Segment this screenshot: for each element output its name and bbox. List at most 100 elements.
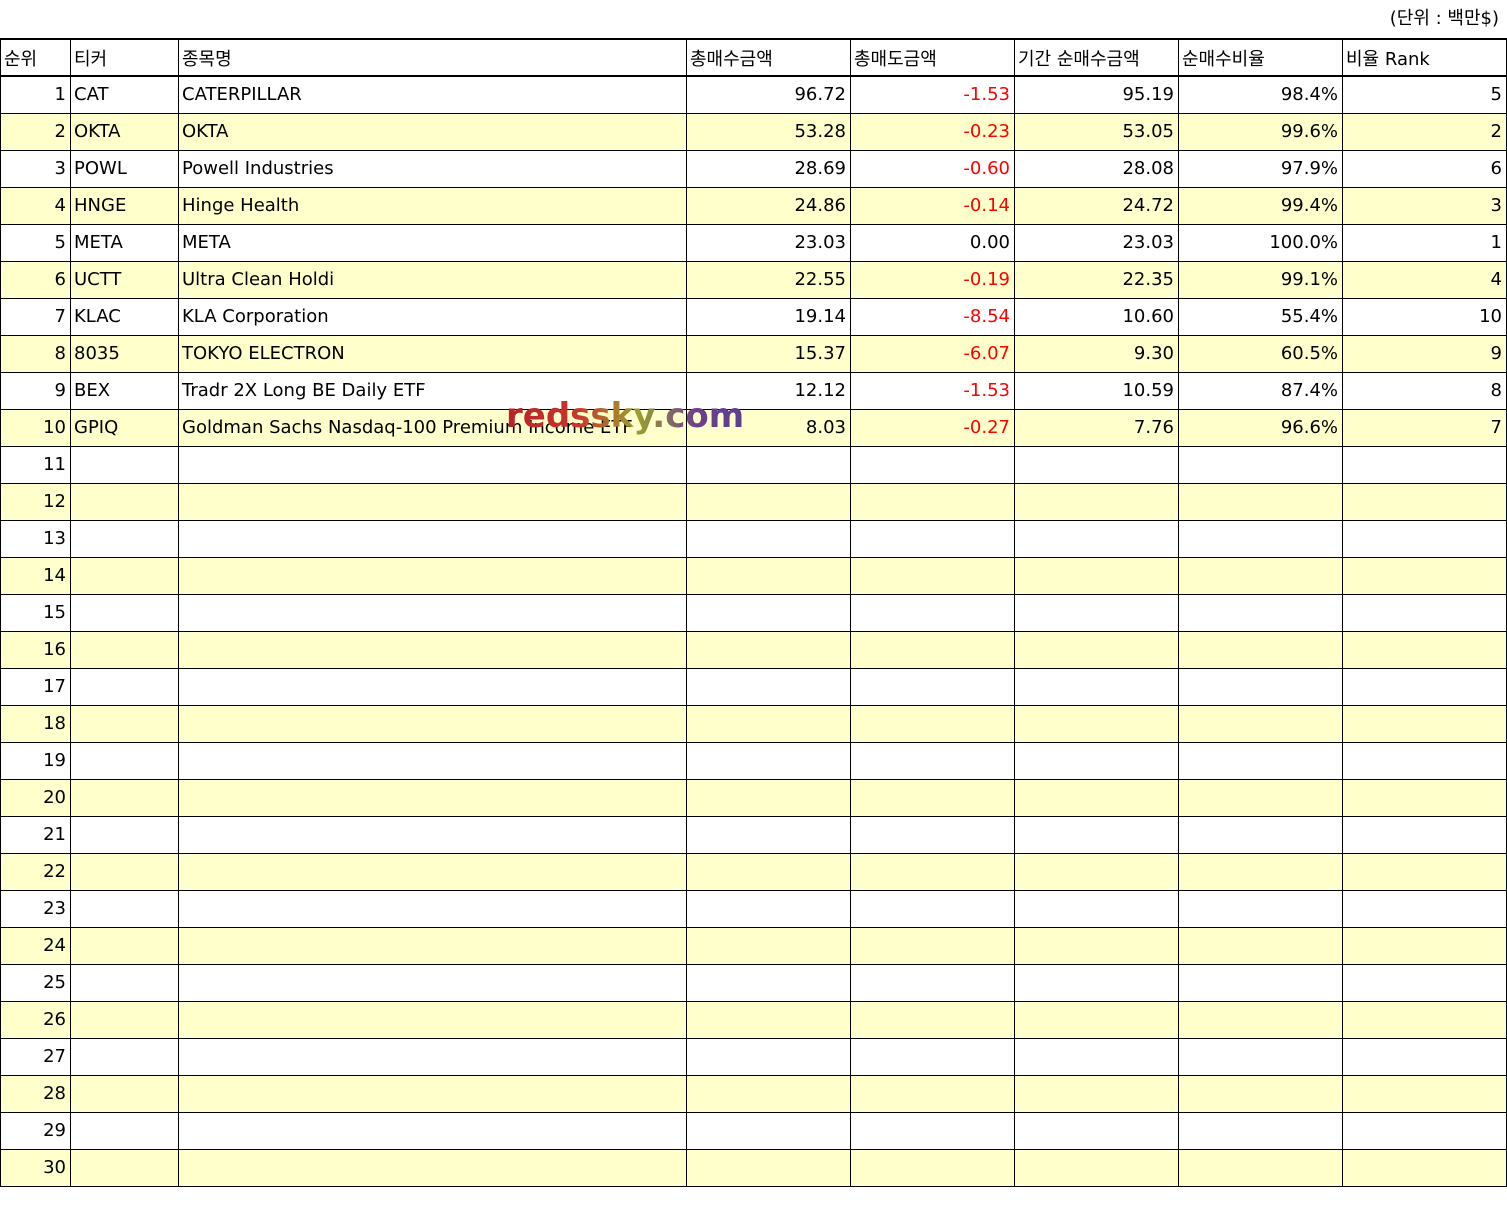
cell-total-buy [686, 593, 851, 632]
cell-ratio-rank [1342, 1111, 1507, 1150]
table-row: 7 KLAC KLA Corporation 19.14 -8.54 10.60 55.4%… [0, 297, 1507, 336]
cell-name [178, 556, 687, 595]
cell-total-sell [850, 852, 1015, 891]
table-row: 6 UCTT Ultra Clean Holdi 22.55 -0.19 22.35 99.… [0, 260, 1507, 299]
cell-net-buy [1014, 1074, 1179, 1113]
cell-ticker [70, 1074, 179, 1113]
cell-ticker [70, 556, 179, 595]
cell-total-buy [686, 963, 851, 1002]
cell-total-sell [850, 1148, 1015, 1187]
cell-total-buy [686, 741, 851, 780]
cell-net-buy: 10.60 [1014, 297, 1179, 336]
cell-net-buy [1014, 852, 1179, 891]
cell-net-buy [1014, 482, 1179, 521]
table-row: 30 [0, 1148, 1507, 1187]
cell-total-buy: 24.86 [686, 186, 851, 225]
cell-total-buy: 23.03 [686, 223, 851, 262]
cell-net-buy [1014, 1037, 1179, 1076]
table-row: 29 [0, 1111, 1507, 1150]
cell-net-buy: 23.03 [1014, 223, 1179, 262]
cell-total-sell: -0.19 [850, 260, 1015, 299]
table-row: 8 8035 TOKYO ELECTRON 15.37 -6.07 9.30 60.5% 9 [0, 334, 1507, 373]
cell-rank: 15 [0, 593, 71, 632]
cell-net-buy [1014, 630, 1179, 669]
table-row: 16 [0, 630, 1507, 669]
cell-ratio-rank [1342, 778, 1507, 817]
cell-total-sell: -1.53 [850, 371, 1015, 410]
header-ticker: 티커 [70, 38, 179, 77]
cell-rank: 3 [0, 149, 71, 188]
cell-net-buy [1014, 741, 1179, 780]
cell-rank: 19 [0, 741, 71, 780]
cell-net-ratio: 100.0% [1178, 223, 1343, 262]
cell-net-ratio [1178, 482, 1343, 521]
cell-ratio-rank [1342, 704, 1507, 743]
cell-total-buy [686, 667, 851, 706]
cell-total-buy: 12.12 [686, 371, 851, 410]
cell-net-ratio [1178, 556, 1343, 595]
cell-name [178, 445, 687, 484]
cell-ticker: OKTA [70, 112, 179, 151]
cell-ratio-rank [1342, 593, 1507, 632]
cell-total-buy: 28.69 [686, 149, 851, 188]
cell-total-buy: 22.55 [686, 260, 851, 299]
cell-ticker [70, 1000, 179, 1039]
cell-ticker: META [70, 223, 179, 262]
cell-ratio-rank: 5 [1342, 75, 1507, 114]
cell-net-ratio [1178, 963, 1343, 1002]
cell-rank: 18 [0, 704, 71, 743]
cell-ratio-rank [1342, 667, 1507, 706]
cell-rank: 10 [0, 408, 71, 447]
cell-rank: 16 [0, 630, 71, 669]
cell-net-buy: 95.19 [1014, 75, 1179, 114]
cell-total-buy [686, 630, 851, 669]
cell-name [178, 963, 687, 1002]
cell-total-sell: -6.07 [850, 334, 1015, 373]
cell-name [178, 1000, 687, 1039]
cell-ticker: CAT [70, 75, 179, 114]
cell-net-buy [1014, 926, 1179, 965]
cell-total-sell [850, 778, 1015, 817]
cell-total-sell [850, 1074, 1015, 1113]
table-row: 15 [0, 593, 1507, 632]
cell-net-buy [1014, 445, 1179, 484]
cell-net-ratio [1178, 445, 1343, 484]
cell-ratio-rank: 6 [1342, 149, 1507, 188]
table-row: 23 [0, 889, 1507, 928]
cell-total-sell [850, 1037, 1015, 1076]
table-row: 11 [0, 445, 1507, 484]
cell-total-sell [850, 556, 1015, 595]
cell-total-sell: -1.53 [850, 75, 1015, 114]
cell-net-buy [1014, 815, 1179, 854]
cell-net-buy [1014, 556, 1179, 595]
cell-name [178, 1074, 687, 1113]
cell-ticker: BEX [70, 371, 179, 410]
cell-ratio-rank [1342, 815, 1507, 854]
cell-ticker [70, 667, 179, 706]
cell-rank: 23 [0, 889, 71, 928]
cell-total-buy [686, 1074, 851, 1113]
header-row: 순위 티커 종목명 총매수금액 총매도금액 기간 순매수금액 순매수비율 비율 … [0, 38, 1507, 77]
cell-rank: 8 [0, 334, 71, 373]
cell-total-buy: 15.37 [686, 334, 851, 373]
cell-net-ratio [1178, 704, 1343, 743]
cell-net-ratio [1178, 1037, 1343, 1076]
cell-ticker [70, 704, 179, 743]
cell-rank: 5 [0, 223, 71, 262]
cell-ratio-rank [1342, 852, 1507, 891]
cell-net-ratio [1178, 667, 1343, 706]
cell-total-sell: -8.54 [850, 297, 1015, 336]
cell-net-buy: 53.05 [1014, 112, 1179, 151]
cell-total-buy [686, 815, 851, 854]
cell-ticker [70, 445, 179, 484]
cell-total-buy [686, 704, 851, 743]
cell-ticker: KLAC [70, 297, 179, 336]
cell-ticker: GPIQ [70, 408, 179, 447]
cell-name [178, 482, 687, 521]
cell-name [178, 926, 687, 965]
cell-rank: 6 [0, 260, 71, 299]
cell-name [178, 667, 687, 706]
cell-ticker [70, 1148, 179, 1187]
cell-rank: 28 [0, 1074, 71, 1113]
cell-ticker [70, 1037, 179, 1076]
